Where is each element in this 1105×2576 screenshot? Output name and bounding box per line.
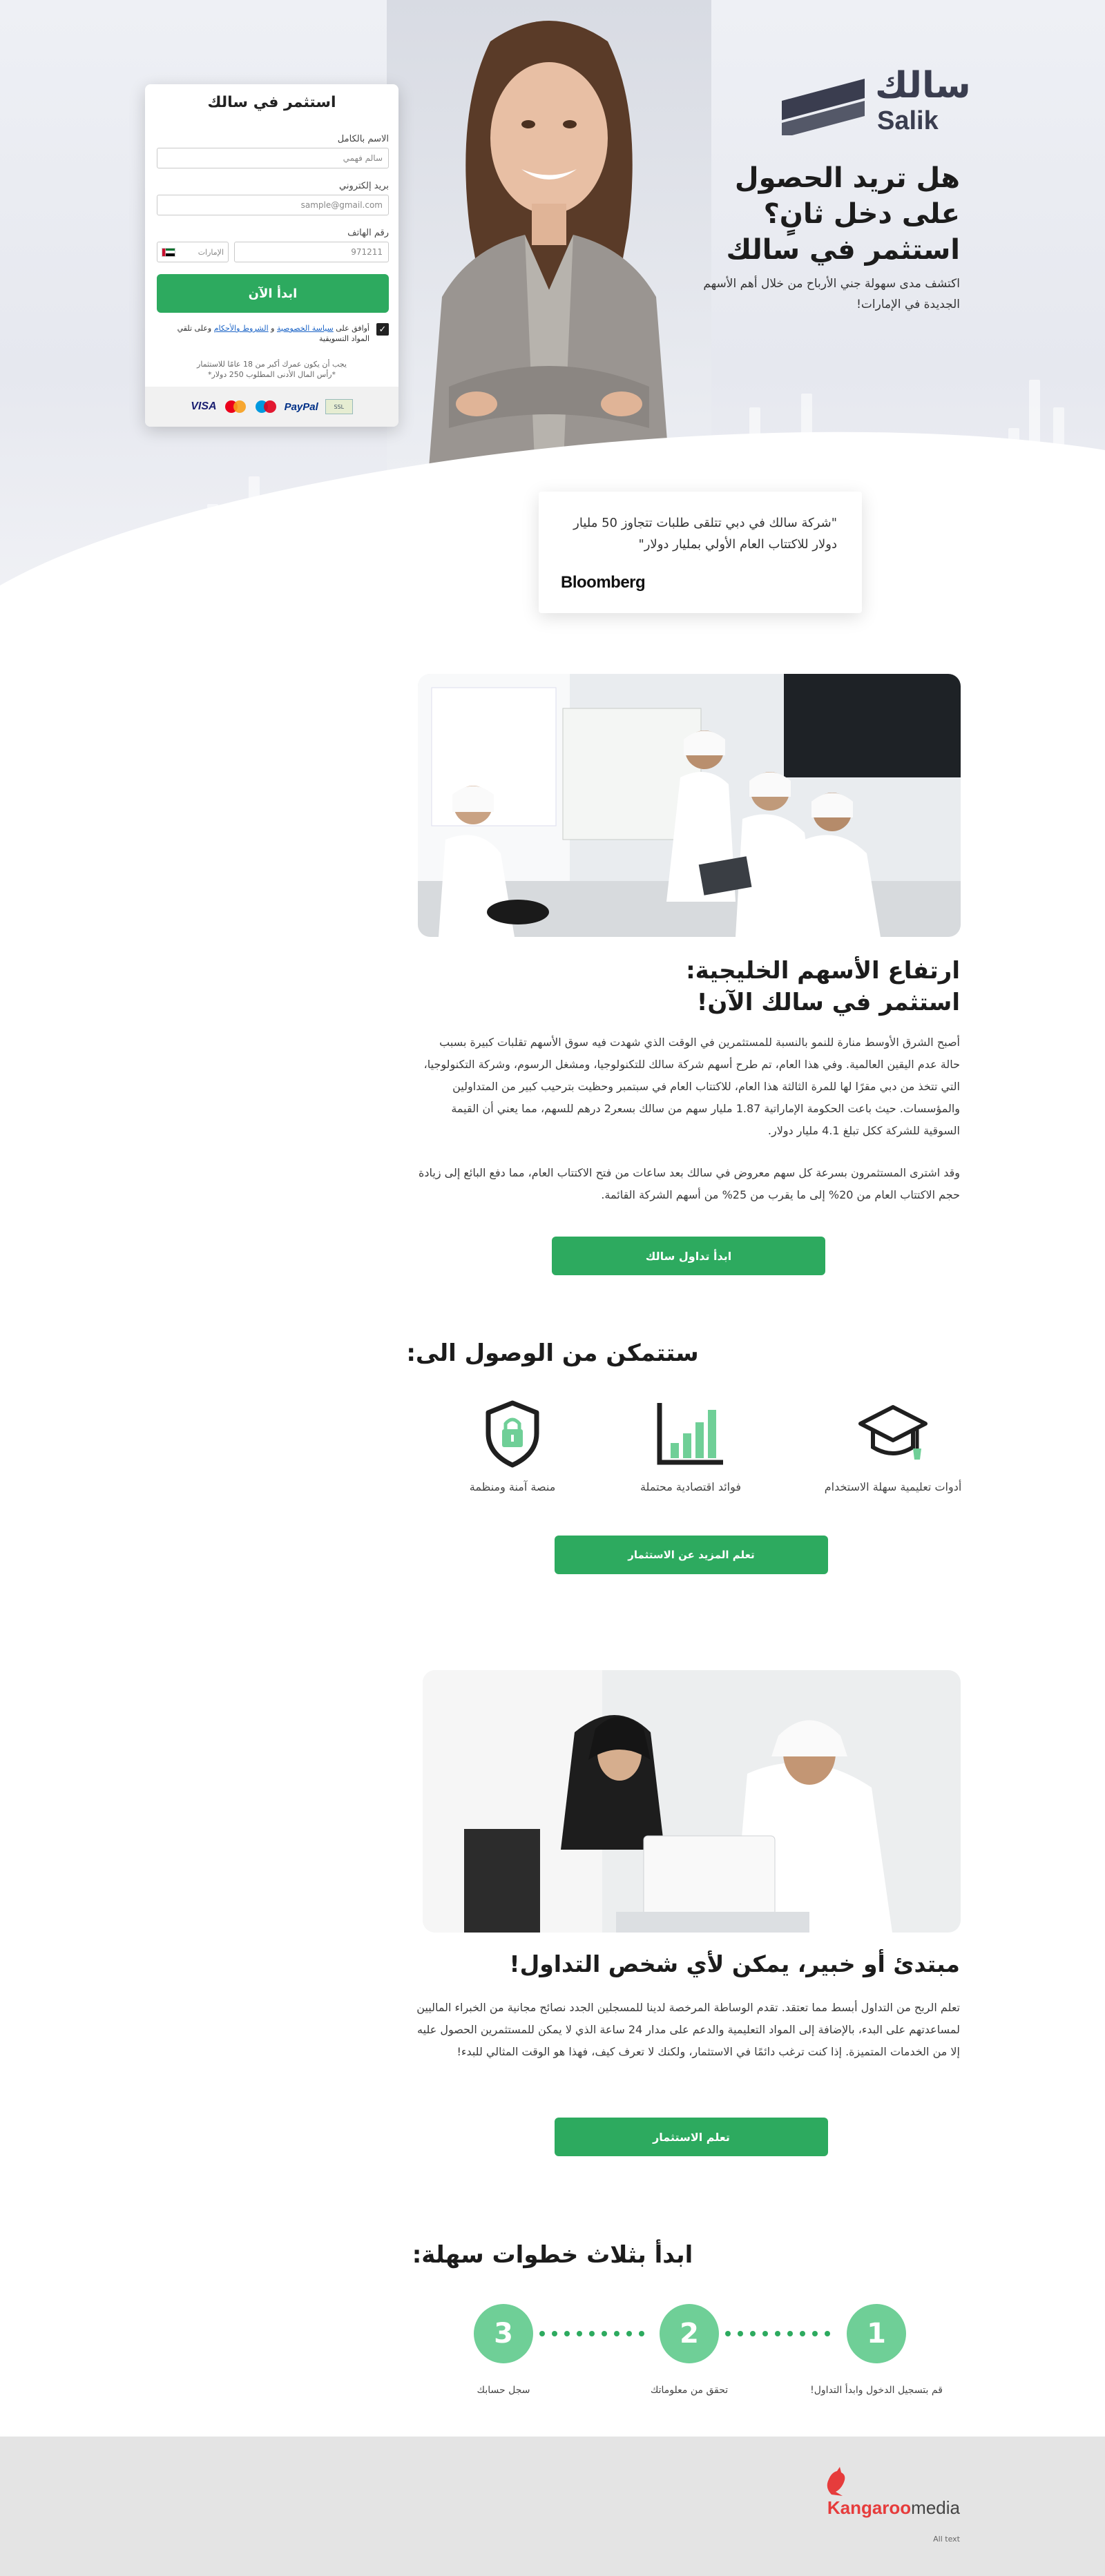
min-capital-note: *رأس المال الأدنى المطلوب 250 دولار*: [207, 370, 336, 379]
country-code-value: الإمارات: [198, 247, 224, 257]
feature-label: أدوات تعليمية سهلة الاستخدام: [824, 1480, 962, 1493]
features-title: ستتمكن من الوصول الى:: [406, 1339, 699, 1367]
start-trading-salik-button[interactable]: ابدأ تداول سالك: [552, 1237, 825, 1275]
hero-title-line: على دخل ثانٍ؟: [763, 198, 960, 230]
step-label: قم بتسجيل الدخول وابدأ التداول!: [810, 2385, 943, 2396]
business-meeting-image: [418, 674, 961, 937]
section1-title: ارتفاع الأسهم الخليجية: استثمر في سالك ا…: [477, 955, 960, 1018]
ssl-badge-icon: SSL: [325, 399, 353, 414]
step-label: سجل حسابك: [477, 2385, 530, 2396]
hero-title: هل تريد الحصول على دخل ثانٍ؟ استثمر في س…: [670, 160, 960, 268]
section2-paragraph: تعلم الربح من التداول أبسط مما تعتقد. تق…: [416, 2001, 960, 2058]
feature-label: فوائد اقتصادية محتملة: [640, 1480, 742, 1493]
hero-title-line: هل تريد الحصول: [734, 162, 960, 194]
press-quote-card: "شركة سالك في دبي تتلقى طلبات تتجاوز 50 …: [539, 492, 862, 613]
start-now-button[interactable]: ابدأ الآن: [157, 274, 389, 313]
step-connector: [725, 2331, 830, 2336]
graduation-cap-icon: [858, 1405, 928, 1460]
shield-lock-icon: [486, 1400, 539, 1468]
step-connector: [539, 2331, 644, 2336]
country-code-select[interactable]: الإمارات: [157, 242, 229, 262]
consent-and: و: [271, 324, 275, 333]
kangaroo-icon: [827, 2467, 845, 2496]
mastercard-icon: [224, 399, 247, 414]
name-label: الاسم بالكامل: [337, 134, 389, 144]
feature-label: منصة آمنة ومنظمة: [469, 1480, 556, 1493]
section1-title-line: ارتفاع الأسهم الخليجية:: [686, 957, 960, 985]
two-people-laptop-image: [423, 1670, 961, 1933]
section2-title: مبتدئ أو خبير، يمكن لأي شخص التداول!: [509, 1950, 960, 1977]
step-circle: 2: [660, 2304, 719, 2363]
uae-flag-icon: [162, 247, 175, 257]
kangaroo-media-wordmark: Kangaroomedia: [827, 2497, 960, 2519]
email-field[interactable]: sample@gmail.com: [157, 195, 389, 215]
feature-secure-platform: منصة آمنة ومنظمة: [436, 1399, 588, 1493]
bar-chart-icon: [657, 1403, 723, 1465]
step-circle: 1: [847, 2304, 906, 2363]
learn-investing-button[interactable]: تعلم الاستثمار: [555, 2118, 828, 2156]
consent-text: أوافق على سياسة الخصوصية و الشروط والأحك…: [157, 323, 369, 344]
terms-link[interactable]: الشروط والأحكام: [214, 324, 269, 333]
consent-row: ✓ أوافق على سياسة الخصوصية و الشروط والأ…: [157, 323, 389, 344]
advisors-photo: [423, 1670, 961, 1933]
section1-title-line: استثمر في سالك الآن!: [696, 989, 960, 1016]
form-title: استثمر في سالك: [207, 94, 336, 111]
full-name-field[interactable]: سالم فهمي: [157, 148, 389, 168]
maestro-icon: [254, 399, 278, 414]
feature-education: أدوات تعليمية سهلة الاستخدام: [817, 1399, 969, 1493]
age-note: يجب أن يكون عمرك أكبر من 18 عامًا للاستث…: [145, 359, 398, 380]
hero-subtitle: اكتشف مدى سهولة جني الأرباح من خلال أهم …: [703, 277, 960, 311]
hero-title-line: استثمر في سالك: [726, 234, 960, 266]
footer: Kangaroomedia All text: [0, 2437, 1105, 2576]
section1-paragraph-1: أصبح الشرق الأوسط منارة للنمو بالنسبة لل…: [423, 1036, 960, 1137]
kangaroo-media-logo: Kangaroomedia: [822, 2464, 960, 2519]
section1-paragraph-2: وقد اشترى المستثمرون بسرعة كل سهم معروض …: [419, 1166, 960, 1201]
privacy-policy-link[interactable]: سياسة الخصوصية: [277, 324, 334, 333]
brand-part-2: media: [911, 2497, 960, 2518]
signup-form-card: استثمر في سالك الاسم بالكامل سالم فهمي ب…: [145, 84, 398, 427]
quote-text: "شركة سالك في دبي تتلقى طلبات تتجاوز 50 …: [573, 516, 837, 552]
paypal-logo: PayPal: [284, 400, 318, 413]
learn-more-investing-button[interactable]: تعلم المزيد عن الاستثمار: [555, 1536, 828, 1574]
consent-checkbox[interactable]: ✓: [376, 323, 389, 336]
steps-title: ابدأ بثلاث خطوات سهلة:: [412, 2241, 693, 2269]
salik-logo: سالك Salik: [782, 65, 971, 138]
consent-prefix: أوافق على: [336, 324, 369, 333]
step-label: تحقق من معلوماتك: [650, 2385, 729, 2396]
phone-label: رقم الهاتف: [347, 228, 389, 238]
brand-part-1: Kangaroo: [827, 2497, 912, 2518]
phone-field[interactable]: 971211: [234, 242, 389, 262]
salik-logo-mark-icon: [782, 79, 865, 135]
footer-copyright: All text: [933, 2535, 960, 2544]
step-circle: 3: [474, 2304, 533, 2363]
woman-portrait-image: [387, 0, 711, 476]
email-label: بريد إلكتروني: [339, 181, 389, 191]
age-note-line: يجب أن يكون عمرك أكبر من 18 عامًا للاستث…: [197, 360, 347, 369]
logo-english-text: Salik: [877, 106, 939, 135]
logo-arabic-text: سالك: [875, 65, 971, 106]
visa-logo: VISA: [191, 400, 217, 412]
feature-economic-benefits: فوائد اقتصادية محتملة: [615, 1399, 767, 1493]
meeting-photo: [418, 674, 961, 937]
bloomberg-logo: Bloomberg: [561, 573, 646, 592]
payment-methods-bar: VISA PayPal SSL: [145, 387, 398, 427]
